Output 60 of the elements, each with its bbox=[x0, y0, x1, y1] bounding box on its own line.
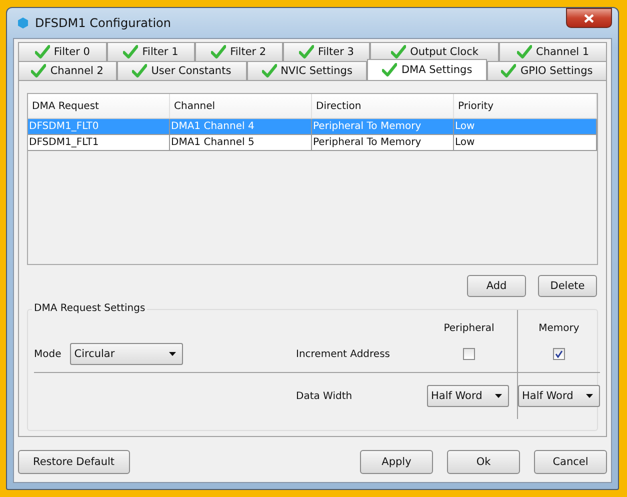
field-label: Increment Address bbox=[296, 348, 390, 360]
tab[interactable]: GPIO Settings bbox=[487, 61, 607, 80]
column-header[interactable]: Priority bbox=[454, 94, 597, 118]
tab[interactable]: Filter 1 bbox=[106, 42, 195, 61]
check-icon bbox=[262, 64, 277, 78]
check-icon bbox=[382, 63, 398, 77]
table-cell: Low bbox=[454, 135, 597, 150]
width-dropdown[interactable]: Half Word bbox=[518, 385, 600, 407]
column-label: Peripheral bbox=[444, 323, 494, 334]
column-label: Memory bbox=[538, 323, 580, 334]
tab[interactable]: Filter 3 bbox=[282, 42, 370, 61]
dialog-button[interactable]: Apply bbox=[360, 450, 433, 474]
group-title: DMA Request Settings bbox=[32, 303, 148, 314]
field-label: Mode bbox=[34, 348, 62, 360]
table-cell: Low bbox=[454, 119, 597, 134]
table-cell: DFSDM1_FLT1 bbox=[28, 135, 170, 150]
table-action-button[interactable]: Delete bbox=[538, 275, 597, 297]
check-icon bbox=[298, 45, 314, 59]
check-icon bbox=[31, 64, 46, 78]
table-cell: Peripheral To Memory bbox=[312, 135, 454, 150]
field-label: Data Width bbox=[296, 390, 352, 402]
mode-dropdown[interactable]: Circular bbox=[70, 343, 184, 365]
tab[interactable]: DMA Settings bbox=[367, 59, 488, 80]
table-cell: Peripheral To Memory bbox=[312, 119, 454, 134]
table-cell: DMA1 Channel 5 bbox=[170, 135, 312, 150]
caret-icon bbox=[169, 352, 176, 356]
check-icon bbox=[132, 64, 148, 78]
tab[interactable]: Channel 1 bbox=[499, 42, 607, 61]
tab[interactable]: Channel 2 bbox=[18, 61, 117, 80]
window-title: DFSDM1 Configuration bbox=[35, 16, 171, 30]
tab[interactable]: User Constants bbox=[116, 61, 247, 80]
table-cell: DMA1 Channel 4 bbox=[170, 119, 312, 134]
check-icon bbox=[211, 45, 226, 59]
width-dropdown[interactable]: Half Word bbox=[427, 385, 509, 407]
close-button[interactable] bbox=[566, 8, 612, 28]
tab[interactable]: Output Clock bbox=[370, 42, 500, 61]
app-icon bbox=[17, 17, 29, 29]
tab[interactable]: Filter 2 bbox=[194, 42, 283, 61]
checkmark-icon bbox=[555, 350, 563, 358]
check-icon bbox=[501, 64, 516, 78]
column-header[interactable]: Direction bbox=[312, 94, 454, 118]
check-icon bbox=[34, 45, 50, 59]
check-icon bbox=[123, 45, 138, 59]
dialog-button[interactable]: Ok bbox=[447, 450, 520, 474]
tab[interactable]: Filter 0 bbox=[18, 42, 107, 61]
close-icon bbox=[584, 14, 594, 22]
tab[interactable]: NVIC Settings bbox=[246, 61, 368, 80]
table-row[interactable]: DFSDM1_FLT1 DMA1 Channel 5 Peripheral To Memory Low bbox=[28, 135, 597, 151]
checkbox[interactable] bbox=[463, 348, 475, 360]
caret-icon bbox=[495, 394, 502, 398]
check-icon bbox=[516, 45, 532, 59]
checkbox[interactable] bbox=[553, 348, 565, 360]
column-header[interactable]: DMA Request bbox=[28, 94, 170, 118]
table-action-button[interactable]: Add bbox=[467, 275, 526, 297]
column-header[interactable]: Channel bbox=[170, 94, 312, 118]
dialog-button[interactable]: Cancel bbox=[534, 450, 607, 474]
caret-icon bbox=[586, 394, 593, 398]
check-icon bbox=[391, 45, 406, 59]
restore-default-button[interactable]: Restore Default bbox=[18, 450, 130, 474]
table-cell: DFSDM1_FLT0 bbox=[28, 119, 170, 134]
